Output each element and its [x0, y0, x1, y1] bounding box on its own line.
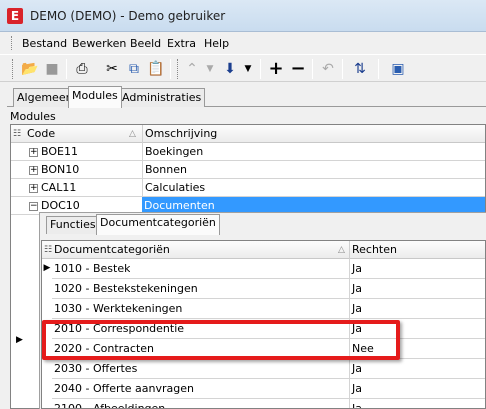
menu-help[interactable]: Help — [204, 37, 229, 50]
row-rights[interactable]: Ja — [349, 359, 485, 379]
expand-icon[interactable]: + — [29, 148, 38, 157]
sort-ascending-icon: △ — [129, 129, 136, 139]
row-category: 1010 - Bestek — [54, 262, 131, 275]
menu-grip[interactable] — [11, 36, 14, 50]
open-folder-icon[interactable]: 📂 — [20, 59, 40, 79]
row-code: BOE11 — [41, 145, 78, 158]
paste-icon[interactable]: 📋 — [146, 59, 166, 79]
row-rights[interactable]: Ja — [349, 379, 485, 399]
title-bar: E DEMO (DEMO) - Demo gebruiker — [0, 0, 486, 32]
menu-bewerken[interactable]: Bewerken — [72, 37, 126, 50]
column-header-rechten[interactable]: Rechten — [349, 241, 485, 259]
window-title: DEMO (DEMO) - Demo gebruiker — [30, 9, 226, 23]
highlight-annotation — [42, 320, 400, 360]
grid-row[interactable]: + BON10 Bonnen — [11, 161, 485, 179]
grid-row[interactable]: + CAL11 Calculaties — [11, 179, 485, 197]
toolbar-separator — [342, 59, 343, 79]
subgrid-header: ☷ Documentcategoriën △ Rechten — [42, 241, 485, 259]
subgrid-row[interactable]: 1020 - Bestekstekeningen Ja — [52, 279, 485, 299]
grid-row[interactable]: + BOE11 Boekingen — [11, 143, 485, 161]
app-logo-icon: E — [7, 8, 23, 24]
row-category: 2030 - Offertes — [54, 362, 138, 375]
toolbar-separator — [378, 59, 379, 79]
expand-icon[interactable]: + — [29, 166, 38, 175]
layout-icon[interactable]: ▣ — [388, 59, 408, 79]
row-rights[interactable]: Ja — [349, 259, 485, 279]
row-category: 1030 - Werktekeningen — [54, 302, 183, 315]
collapse-icon[interactable]: − — [29, 202, 38, 211]
column-header-omschrijving[interactable]: Omschrijving — [142, 125, 442, 143]
column-chooser-icon[interactable]: ☷ — [13, 125, 21, 143]
subgrid-row[interactable]: 2040 - Offerte aanvragen Ja — [52, 379, 485, 399]
chevron-down-icon[interactable]: ▼ — [200, 59, 220, 79]
grid-header: ☷ Code △ Omschrijving — [11, 125, 485, 143]
subgrid-row[interactable]: 2030 - Offertes Ja — [52, 359, 485, 379]
row-code: BON10 — [41, 163, 80, 176]
expand-icon[interactable]: + — [29, 184, 38, 193]
menu-extra[interactable]: Extra — [167, 37, 196, 50]
copy-icon[interactable]: ⧉ — [124, 59, 144, 79]
menu-bar: Bestand Bewerken Beeld Extra Help — [0, 33, 486, 53]
add-icon[interactable]: + — [266, 59, 286, 79]
tab-administraties[interactable]: Administraties — [118, 88, 206, 107]
toolbar-grip[interactable] — [12, 59, 15, 79]
arrow-up-icon[interactable]: ⌃ — [182, 59, 202, 79]
subgrid-row[interactable]: 2100 - Afbeeldingen Ja — [52, 399, 485, 409]
toolbar-separator — [170, 59, 171, 79]
menu-beeld[interactable]: Beeld — [130, 37, 161, 50]
row-desc: Calculaties — [142, 179, 485, 197]
chevron-down-icon[interactable]: ▼ — [238, 59, 258, 79]
sort-ascending-icon: △ — [338, 245, 345, 255]
row-rights[interactable]: Ja — [349, 299, 485, 319]
toolbar-separator — [312, 59, 313, 79]
toolbar-grip[interactable] — [177, 59, 180, 79]
column-header-documentcategorien[interactable]: Documentcategoriën — [54, 241, 344, 259]
toolbar: 📂 ■ ⎙ ✂ ⧉ 📋 ⌃ ▼ ⬇ ▼ + − ↶ ⇅ ▣ — [0, 54, 486, 82]
row-desc: Bonnen — [142, 161, 485, 179]
menu-bestand[interactable]: Bestand — [22, 37, 67, 50]
current-row-indicator-icon: ▶ — [43, 263, 51, 273]
row-category: 2100 - Afbeeldingen — [54, 402, 166, 409]
row-code: CAL11 — [41, 181, 77, 194]
toolbar-separator — [260, 59, 261, 79]
tab-modules[interactable]: Modules — [68, 86, 122, 108]
remove-icon[interactable]: − — [288, 59, 308, 79]
column-header-code[interactable]: Code — [27, 125, 141, 143]
row-category: 1020 - Bestekstekeningen — [54, 282, 198, 295]
subtab-functies[interactable]: Functies — [46, 216, 100, 234]
current-row-indicator-icon: ▶ — [16, 335, 23, 345]
cut-icon[interactable]: ✂ — [102, 59, 122, 79]
row-rights[interactable]: Ja — [349, 399, 485, 408]
toolbar-separator — [66, 59, 67, 79]
refresh-icon[interactable]: ⇅ — [350, 59, 370, 79]
column-chooser-icon[interactable]: ☷ — [44, 241, 52, 259]
subtab-documentcategorien[interactable]: Documentcategoriën — [96, 214, 220, 235]
save-icon[interactable]: ■ — [42, 59, 62, 79]
row-rights[interactable]: Ja — [349, 279, 485, 299]
subgrid-row[interactable]: 1030 - Werktekeningen Ja — [52, 299, 485, 319]
print-icon[interactable]: ⎙ — [72, 59, 92, 79]
section-label: Modules — [10, 110, 56, 123]
subgrid-row[interactable]: 1010 - Bestek Ja — [52, 259, 485, 279]
row-desc: Boekingen — [142, 143, 485, 161]
row-category: 2040 - Offerte aanvragen — [54, 382, 195, 395]
undo-icon[interactable]: ↶ — [318, 59, 338, 79]
arrow-down-icon[interactable]: ⬇ — [220, 59, 240, 79]
